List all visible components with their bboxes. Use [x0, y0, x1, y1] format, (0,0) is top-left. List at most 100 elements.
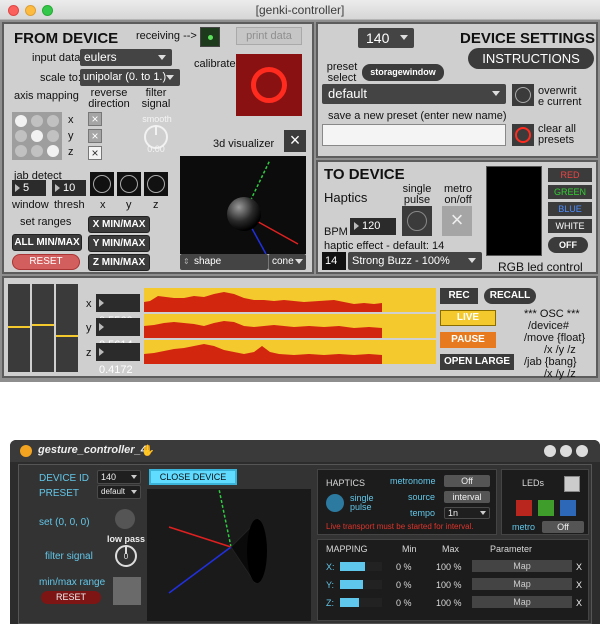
led-blue-swatch[interactable] — [560, 500, 576, 516]
preset-number-value: 140 — [366, 30, 390, 46]
matrix-cell[interactable] — [15, 145, 27, 157]
effect-number[interactable]: 14 — [322, 252, 346, 270]
thresh-number[interactable]: 10 — [52, 180, 86, 196]
visualizer-canvas[interactable] — [180, 156, 306, 254]
to-device-header: TO DEVICE — [324, 166, 405, 183]
close-device-button[interactable]: CLOSE DEVICE — [149, 469, 237, 485]
shape-value-dropdown[interactable]: cone — [268, 254, 306, 270]
device-menu-icon[interactable] — [544, 445, 556, 457]
z-level-slider[interactable] — [56, 284, 78, 372]
filter-signal-label: filter signal — [141, 87, 171, 110]
mapping-row-min[interactable]: 0 % — [396, 598, 412, 608]
reset-button[interactable]: RESET — [12, 254, 80, 270]
mapping-row-map-button[interactable]: Map — [472, 596, 572, 608]
preset-dropdown[interactable]: default — [322, 84, 506, 104]
z-minmax-button[interactable]: Z MIN/MAX — [88, 254, 150, 271]
low-pass-knob[interactable]: 0 — [115, 545, 137, 567]
mapping-row-max[interactable]: 100 % — [436, 562, 462, 572]
window-number[interactable]: 5 — [12, 180, 46, 196]
mapping-row-remove[interactable]: X — [576, 562, 582, 572]
rgb-led-label: RGB led control — [498, 260, 583, 274]
shape-dropdown[interactable]: shape ⇕ — [180, 254, 268, 270]
mapping-row-map-button[interactable]: Map — [472, 578, 572, 590]
led-metro-toggle[interactable]: Off — [542, 521, 584, 533]
matrix-cell[interactable] — [31, 130, 43, 142]
matrix-cell[interactable] — [47, 115, 59, 127]
all-minmax-button[interactable]: ALL MIN/MAX — [12, 234, 82, 251]
jab-y-button[interactable] — [117, 172, 141, 196]
set-origin-button[interactable] — [115, 509, 135, 529]
matrix-cell[interactable] — [15, 130, 27, 142]
reverse-x-checkbox[interactable]: × — [88, 112, 102, 126]
print-data-button[interactable]: print data — [236, 27, 302, 45]
tempo-dropdown[interactable]: 1n — [444, 507, 490, 519]
device-id-dropdown[interactable]: 140 — [97, 470, 141, 484]
scale-to-dropdown[interactable]: unipolar (0. to 1.) — [80, 69, 180, 86]
led-green-swatch[interactable] — [538, 500, 554, 516]
preset-dropdown[interactable]: default — [97, 485, 141, 499]
monitor-panel: x y z 0.5560 0.5614 0.4172 REC RECALL LI… — [2, 276, 598, 380]
led-blue-button[interactable]: BLUE — [548, 202, 592, 216]
open-large-button[interactable]: OPEN LARGE — [440, 354, 514, 370]
led-red-swatch[interactable] — [516, 500, 532, 516]
mapping-row-remove[interactable]: X — [576, 580, 582, 590]
calibrate-button[interactable] — [236, 54, 302, 116]
x-minmax-button[interactable]: X MIN/MAX — [88, 216, 150, 233]
led-green-button[interactable]: GREEN — [548, 185, 592, 199]
mapping-row-min[interactable]: 0 % — [396, 562, 412, 572]
led-red-button[interactable]: RED — [548, 168, 592, 182]
rgb-led-preview — [486, 166, 542, 256]
source-dropdown[interactable]: interval — [444, 491, 490, 503]
new-preset-input[interactable] — [322, 124, 506, 146]
matrix-cell[interactable] — [31, 115, 43, 127]
led-white-button[interactable]: WHITE — [548, 219, 592, 233]
y-minmax-button[interactable]: Y MIN/MAX — [88, 235, 150, 252]
matrix-cell[interactable] — [15, 115, 27, 127]
device-save-icon[interactable] — [560, 445, 572, 457]
minmax-toggle[interactable] — [113, 577, 141, 605]
single-pulse-button[interactable] — [326, 494, 344, 512]
input-data-dropdown[interactable]: eulers — [80, 49, 172, 66]
device-fold-icon[interactable] — [576, 445, 588, 457]
power-icon[interactable] — [20, 445, 32, 457]
clear-all-button[interactable] — [512, 124, 534, 146]
overwrite-button[interactable] — [512, 84, 534, 106]
preset-number-dropdown[interactable]: 140 — [358, 28, 414, 48]
matrix-cell[interactable] — [47, 145, 59, 157]
metronome-toggle[interactable]: Off — [444, 475, 490, 487]
reset-button[interactable]: RESET — [41, 591, 101, 604]
mapping-row-max[interactable]: 100 % — [436, 580, 462, 590]
reverse-z-checkbox[interactable]: × — [88, 146, 102, 160]
metro-toggle[interactable]: × — [442, 206, 472, 236]
led-off-button[interactable]: OFF — [548, 237, 588, 253]
axis-mapping-matrix[interactable] — [12, 112, 62, 160]
genki-controller-window: [genki-controller] FROM DEVICE receiving… — [0, 0, 600, 382]
mapping-row-remove[interactable]: X — [576, 598, 582, 608]
bpm-number[interactable]: 120 — [350, 218, 396, 235]
effect-dropdown[interactable]: Strong Buzz - 100% — [348, 252, 482, 270]
recall-button[interactable]: RECALL — [484, 288, 536, 304]
visualizer-close-button[interactable]: × — [284, 130, 306, 152]
instructions-button[interactable]: INSTRUCTIONS — [468, 48, 594, 69]
jab-x-button[interactable] — [90, 172, 114, 196]
jab-z-button[interactable] — [144, 172, 168, 196]
mapping-row-axis: Y: — [326, 580, 335, 590]
mapping-row-map-button[interactable]: Map — [472, 560, 572, 572]
storagewindow-button[interactable]: storagewindow — [362, 64, 444, 81]
visualizer-canvas[interactable] — [147, 489, 311, 621]
live-button[interactable]: LIVE — [440, 310, 496, 326]
matrix-cell[interactable] — [31, 145, 43, 157]
matrix-cell[interactable] — [47, 130, 59, 142]
overwrite-label: overwrit e current — [538, 85, 582, 108]
pause-button[interactable]: PAUSE — [440, 332, 496, 348]
source-label: source — [408, 492, 436, 502]
mapping-row-max[interactable]: 100 % — [436, 598, 462, 608]
mapping-row-min[interactable]: 0 % — [396, 580, 412, 590]
mapping-row-meter — [340, 562, 382, 571]
single-pulse-button[interactable] — [402, 206, 432, 236]
y-level-slider[interactable] — [32, 284, 54, 372]
reverse-y-checkbox[interactable]: × — [88, 129, 102, 143]
rec-button[interactable]: REC — [440, 288, 478, 304]
led-white-swatch[interactable] — [564, 476, 580, 492]
x-level-slider[interactable] — [8, 284, 30, 372]
